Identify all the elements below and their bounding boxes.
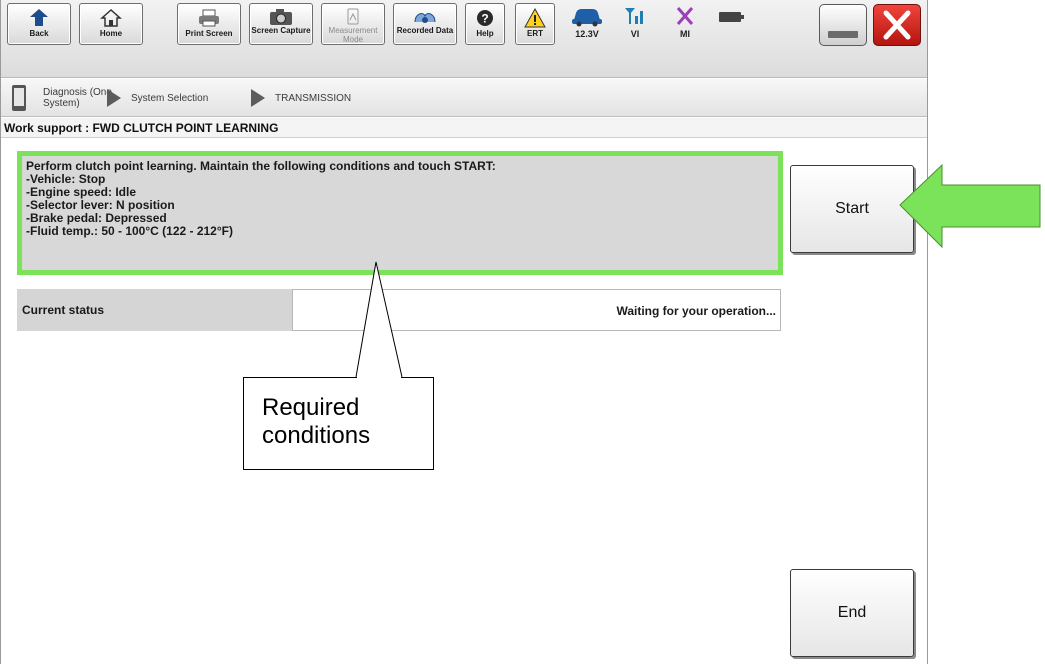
signal-icon [615, 3, 655, 29]
back-arrow-icon [8, 4, 70, 29]
close-button[interactable] [873, 4, 921, 46]
current-status-label: Current status [17, 289, 292, 331]
warning-icon [516, 4, 554, 29]
help-icon: ? [466, 4, 504, 29]
breadcrumb-item-transmission[interactable]: TRANSMISSION [251, 79, 351, 117]
help-button[interactable]: ? Help [465, 3, 505, 45]
recorded-data-icon [394, 4, 456, 26]
end-button[interactable]: End [790, 569, 914, 657]
minimize-button[interactable] [819, 4, 867, 46]
required-conditions-callout: Required conditions [243, 377, 434, 470]
battery-bar-icon [711, 3, 751, 29]
vi-indicator: VI [615, 3, 655, 45]
conditions-panel: Perform clutch point learning. Maintain … [17, 151, 783, 275]
start-button[interactable]: Start [790, 165, 914, 253]
mi-x-icon [665, 3, 705, 29]
back-button[interactable]: Back [7, 3, 71, 45]
mi-indicator: MI [665, 3, 705, 45]
condition-item: -Vehicle: Stop [26, 172, 106, 186]
breadcrumb-arrow-icon [251, 89, 265, 107]
battery-bar-indicator [711, 3, 751, 45]
recorded-data-button[interactable]: Recorded Data [393, 3, 457, 45]
close-icon [883, 10, 911, 40]
print-screen-button[interactable]: Print Screen [177, 3, 241, 45]
svg-text:?: ? [481, 12, 488, 26]
screen-capture-button[interactable]: Screen Capture [249, 3, 313, 45]
consult-screen: Back Home Print Screen Screen Capture Me… [0, 0, 928, 664]
car-battery-icon [567, 3, 607, 29]
home-icon [80, 4, 142, 29]
page-title: Work support : FWD CLUTCH POINT LEARNING [1, 118, 927, 138]
toolbar: Back Home Print Screen Screen Capture Me… [1, 0, 927, 78]
battery-voltage-indicator: 12.3V [567, 3, 607, 45]
device-icon [12, 85, 26, 111]
printer-icon [178, 4, 240, 29]
breadcrumb-arrow-icon [107, 89, 121, 107]
conditions-instruction: Perform clutch point learning. Maintain … [26, 159, 496, 173]
breadcrumb-item-diagnosis[interactable]: Diagnosis (One System) [9, 79, 113, 117]
breadcrumb: Diagnosis (One System) System Selection … [1, 79, 927, 117]
minimize-icon [828, 31, 858, 38]
home-button[interactable]: Home [79, 3, 143, 45]
current-status-value: Waiting for your operation... [292, 289, 781, 331]
measurement-mode-button[interactable]: Measurement Mode [321, 3, 385, 45]
ert-button[interactable]: ERT [515, 3, 555, 45]
camera-icon [250, 4, 312, 26]
measurement-icon [322, 4, 384, 26]
breadcrumb-item-system-selection[interactable]: System Selection [107, 79, 208, 117]
callout-joint [357, 376, 401, 378]
condition-item: -Fluid temp.: 50 - 100°C (122 - 212°F) [26, 224, 233, 238]
